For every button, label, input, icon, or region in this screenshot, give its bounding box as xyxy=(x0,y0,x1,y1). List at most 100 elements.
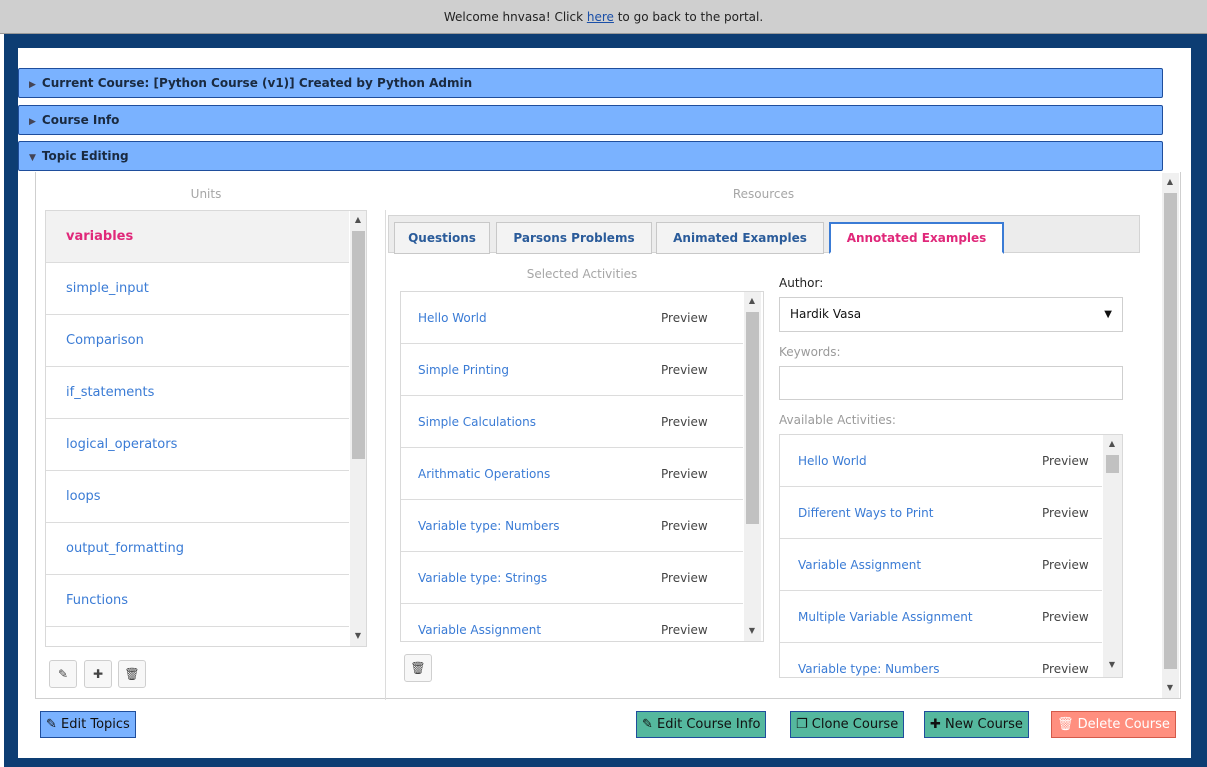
list-item[interactable]: Variable Assignment Preview xyxy=(401,604,743,641)
units-list: variables simple_input Comparison if_sta… xyxy=(45,210,367,647)
scroll-down-icon[interactable]: ▼ xyxy=(746,626,758,635)
activity-name[interactable]: Simple Printing xyxy=(418,344,509,396)
unit-item[interactable]: output_formatting xyxy=(46,523,349,575)
activity-name[interactable]: Hello World xyxy=(418,292,487,344)
list-item[interactable]: Simple Calculations Preview xyxy=(401,396,743,448)
scroll-up-icon[interactable]: ▲ xyxy=(746,296,758,305)
list-item[interactable]: Variable Assignment Preview xyxy=(780,539,1102,591)
clone-course-button[interactable]: ❐ Clone Course xyxy=(790,711,905,738)
activity-name[interactable]: Variable type: Numbers xyxy=(418,500,560,552)
unit-item[interactable]: lists xyxy=(46,627,349,646)
author-select[interactable]: Hardik Vasa ▼ xyxy=(779,297,1123,332)
pencil-icon: ✎ xyxy=(46,717,57,732)
resource-tabs: Questions Parsons Problems Animated Exam… xyxy=(388,215,1140,254)
clone-course-label: Clone Course xyxy=(811,717,899,732)
scroll-up-icon[interactable]: ▲ xyxy=(1106,439,1118,448)
new-course-button[interactable]: ✚ New Course xyxy=(924,711,1029,738)
available-scrollbar[interactable]: ▲ ▼ xyxy=(1103,435,1122,677)
tab-annotated-examples[interactable]: Annotated Examples xyxy=(829,222,1004,254)
activity-name[interactable]: Arithmatic Operations xyxy=(418,448,550,500)
list-item[interactable]: Different Ways to Print Preview xyxy=(780,487,1102,539)
preview-link[interactable]: Preview xyxy=(661,344,708,396)
list-item[interactable]: Variable type: Strings Preview xyxy=(401,552,743,604)
preview-link[interactable]: Preview xyxy=(661,292,708,344)
preview-link[interactable]: Preview xyxy=(1042,539,1089,591)
delete-unit-button[interactable]: 🗑 xyxy=(118,660,146,688)
pencil-icon: ✎ xyxy=(642,717,653,732)
selected-scrollbar[interactable]: ▲ ▼ xyxy=(744,292,761,641)
preview-link[interactable]: Preview xyxy=(661,500,708,552)
units-scroll-thumb[interactable] xyxy=(352,231,365,459)
activity-name[interactable]: Variable Assignment xyxy=(798,539,921,591)
edit-course-info-label: Edit Course Info xyxy=(657,717,761,732)
unit-item[interactable]: logical_operators xyxy=(46,419,349,471)
unit-item[interactable]: Functions xyxy=(46,575,349,627)
activity-name[interactable]: Simple Calculations xyxy=(418,396,536,448)
preview-link[interactable]: Preview xyxy=(661,552,708,604)
unit-item[interactable]: if_statements xyxy=(46,367,349,419)
unit-item[interactable]: variables xyxy=(46,211,349,263)
panel-scroll-thumb[interactable] xyxy=(1164,193,1177,669)
copy-icon: ❐ xyxy=(796,717,808,732)
edit-topics-button[interactable]: ✎ Edit Topics xyxy=(40,711,136,738)
activity-name[interactable]: Variable type: Numbers xyxy=(798,643,940,677)
plus-icon: ✚ xyxy=(930,717,941,732)
tab-animated-examples[interactable]: Animated Examples xyxy=(656,222,824,254)
selected-scroll-thumb[interactable] xyxy=(746,312,759,524)
preview-link[interactable]: Preview xyxy=(1042,643,1089,677)
available-scroll-thumb[interactable] xyxy=(1106,455,1119,473)
unit-item[interactable]: simple_input xyxy=(46,263,349,315)
topic-editing-label: Topic Editing xyxy=(41,149,129,163)
add-unit-button[interactable]: ✚ xyxy=(84,660,112,688)
list-item[interactable]: Variable type: Numbers Preview xyxy=(780,643,1102,677)
selected-activities-list: Hello World Preview Simple Printing Previe… xyxy=(400,291,764,642)
preview-link[interactable]: Preview xyxy=(1042,591,1089,643)
keywords-input[interactable] xyxy=(779,366,1123,400)
edit-course-info-button[interactable]: ✎ Edit Course Info xyxy=(636,711,767,738)
tab-questions[interactable]: Questions xyxy=(394,222,490,254)
chevron-right-icon: ▶ xyxy=(29,117,36,127)
preview-link[interactable]: Preview xyxy=(1042,435,1089,487)
unit-item[interactable]: loops xyxy=(46,471,349,523)
list-item[interactable]: Hello World Preview xyxy=(780,435,1102,487)
scroll-up-icon[interactable]: ▲ xyxy=(1164,177,1176,186)
trash-icon: 🗑 xyxy=(124,667,140,681)
tab-parsons-problems[interactable]: Parsons Problems xyxy=(496,222,652,254)
scroll-down-icon[interactable]: ▼ xyxy=(1106,660,1118,669)
author-selected-value: Hardik Vasa xyxy=(790,307,862,321)
delete-course-button[interactable]: 🗑 Delete Course xyxy=(1051,711,1176,738)
edit-unit-button[interactable]: ✎ xyxy=(49,660,77,688)
course-info-label: Course Info xyxy=(41,113,120,127)
accordion-course-info[interactable]: ▶ Course Info xyxy=(18,105,1163,135)
accordion-topic-editing[interactable]: ▼ Topic Editing xyxy=(18,141,1163,171)
panel-scrollbar[interactable]: ▲ ▼ xyxy=(1162,173,1179,698)
current-course-label: Current Course: [Python Course (v1)] Cre… xyxy=(41,76,473,90)
list-item[interactable]: Variable type: Numbers Preview xyxy=(401,500,743,552)
pencil-icon: ✎ xyxy=(57,667,69,681)
activity-name[interactable]: Multiple Variable Assignment xyxy=(798,591,973,643)
list-item[interactable]: Multiple Variable Assignment Preview xyxy=(780,591,1102,643)
list-item[interactable]: Hello World Preview xyxy=(401,292,743,344)
activity-name[interactable]: Variable type: Strings xyxy=(418,552,547,604)
preview-link[interactable]: Preview xyxy=(661,604,708,641)
scroll-down-icon[interactable]: ▼ xyxy=(1164,683,1176,692)
activity-name[interactable]: Hello World xyxy=(798,435,867,487)
activity-name[interactable]: Variable Assignment xyxy=(418,604,541,641)
preview-link[interactable]: Preview xyxy=(661,396,708,448)
caret-down-icon: ▼ xyxy=(1104,309,1112,320)
chevron-down-icon: ▼ xyxy=(29,153,36,163)
list-item[interactable]: Simple Printing Preview xyxy=(401,344,743,396)
list-item[interactable]: Arithmatic Operations Preview xyxy=(401,448,743,500)
portal-link[interactable]: here xyxy=(587,10,614,24)
activity-name[interactable]: Different Ways to Print xyxy=(798,487,934,539)
new-course-label: New Course xyxy=(945,717,1023,732)
scroll-down-icon[interactable]: ▼ xyxy=(352,631,364,640)
edit-topics-label: Edit Topics xyxy=(61,717,130,732)
scroll-up-icon[interactable]: ▲ xyxy=(352,215,364,224)
unit-item[interactable]: Comparison xyxy=(46,315,349,367)
preview-link[interactable]: Preview xyxy=(1042,487,1089,539)
accordion-current-course[interactable]: ▶ Current Course: [Python Course (v1)] Cr… xyxy=(18,68,1163,98)
preview-link[interactable]: Preview xyxy=(661,448,708,500)
units-scrollbar[interactable]: ▲ ▼ xyxy=(350,211,366,646)
remove-activity-button[interactable]: 🗑 xyxy=(404,654,432,682)
